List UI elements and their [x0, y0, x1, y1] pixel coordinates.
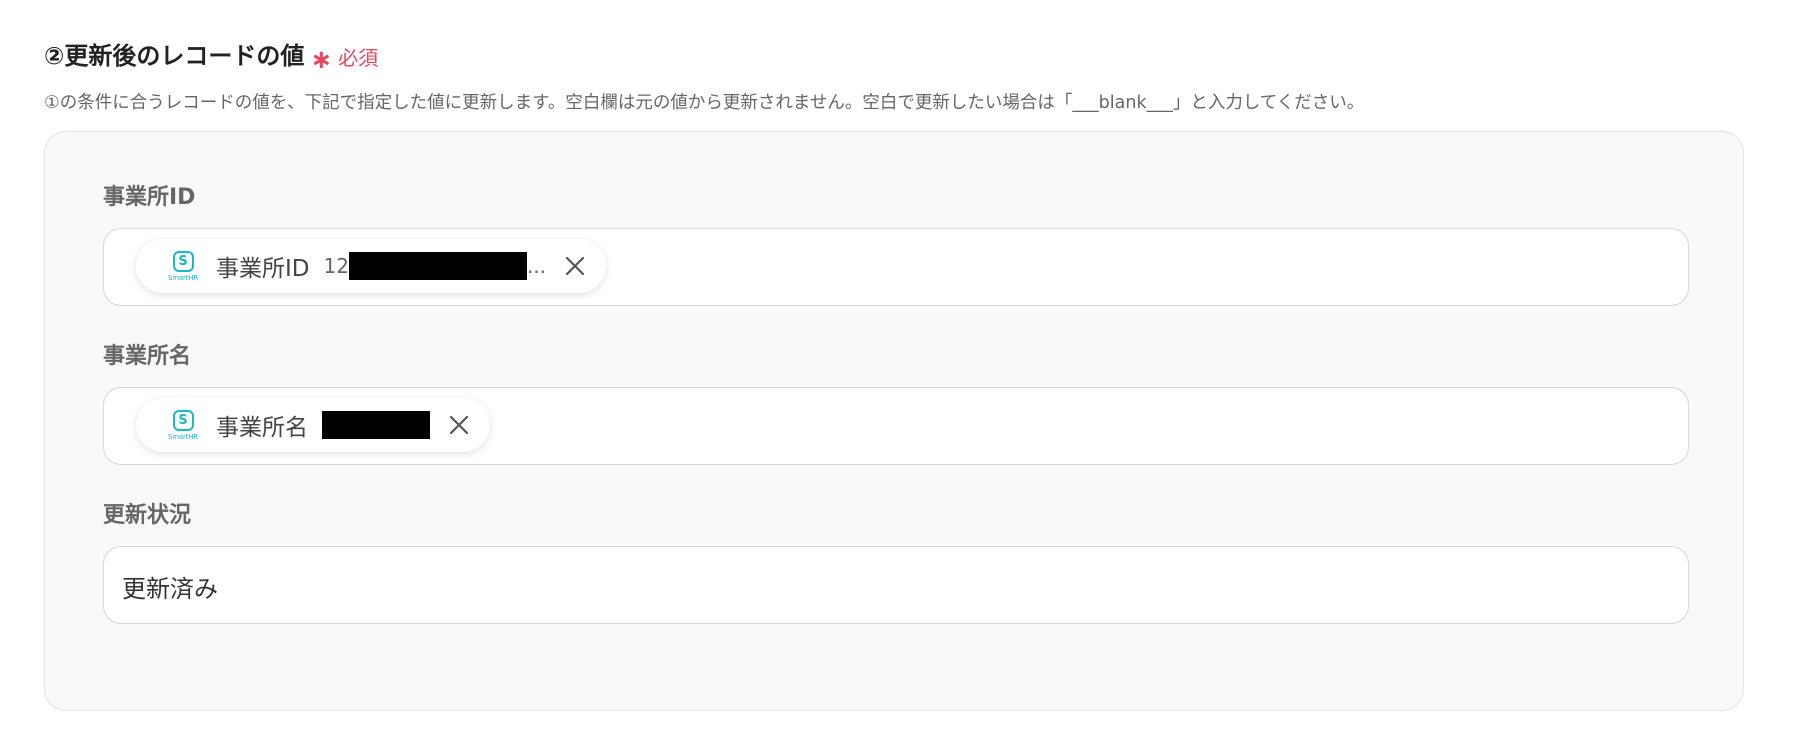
chip-label: 事業所名	[216, 415, 308, 441]
chip-value	[322, 411, 430, 439]
chip-label: 事業所ID	[216, 256, 310, 282]
redacted-value	[348, 252, 527, 280]
smarthr-logo-icon: S SmartHR	[166, 250, 200, 282]
required-badge: ∗ 必須	[310, 41, 379, 75]
variable-chip-office-id[interactable]: S SmartHR 事業所ID 12 ...	[136, 239, 607, 293]
section-header: ②更新後のレコードの値 ∗ 必須	[44, 36, 379, 75]
redacted-value	[322, 411, 430, 439]
required-asterisk-icon: ∗	[310, 45, 333, 75]
field-label-office-name: 事業所名	[103, 344, 192, 369]
close-icon[interactable]	[564, 255, 586, 277]
update-status-value: 更新済み	[122, 575, 218, 603]
close-icon[interactable]	[448, 414, 470, 436]
office-id-input[interactable]: S SmartHR 事業所ID 12 ...	[103, 228, 1689, 306]
field-label-office-id: 事業所ID	[103, 185, 196, 210]
fields-panel: 事業所ID S SmartHR 事業所ID 12 ... 事業所名 S Smar	[44, 131, 1744, 711]
smarthr-logo-icon: S SmartHR	[166, 409, 200, 441]
section-description: ①の条件に合うレコードの値を、下記で指定した値に更新します。空白欄は元の値から更…	[44, 93, 1365, 113]
required-label: 必須	[338, 45, 379, 70]
field-label-update-status: 更新状況	[103, 503, 192, 528]
update-status-input[interactable]: 更新済み	[103, 546, 1689, 624]
office-name-input[interactable]: S SmartHR 事業所名	[103, 387, 1689, 465]
variable-chip-office-name[interactable]: S SmartHR 事業所名	[136, 398, 490, 452]
chip-value: 12 ...	[323, 252, 547, 280]
section-title: ②更新後のレコードの値	[44, 42, 305, 70]
